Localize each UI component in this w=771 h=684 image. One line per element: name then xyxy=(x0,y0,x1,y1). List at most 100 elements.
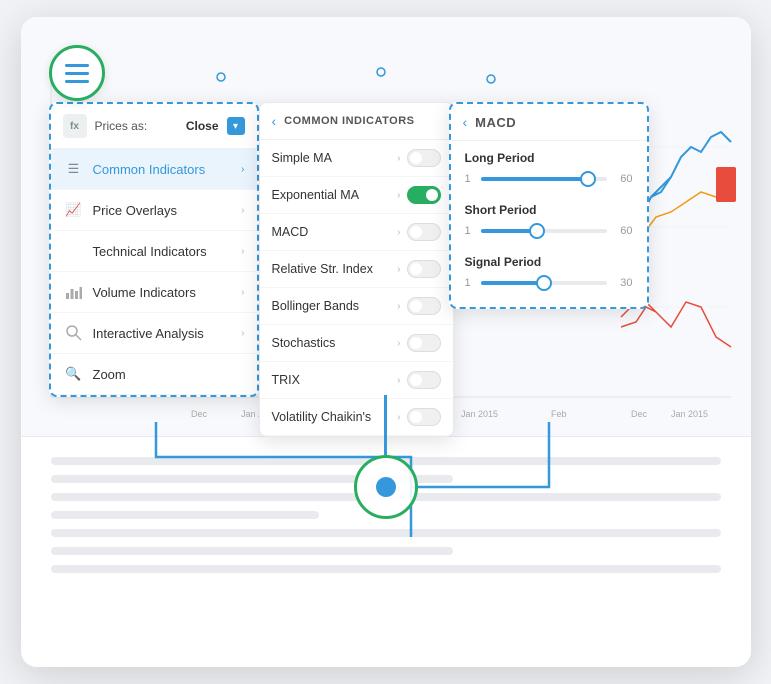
indicator-label-simple-ma: Simple MA xyxy=(272,151,392,165)
indicator-row-relative-str-index[interactable]: Relative Str. Index › xyxy=(260,251,453,288)
sidebar-item-price-overlays[interactable]: 📈 Price Overlays › xyxy=(51,190,257,231)
sidebar-item-label-volume-indicators: Volume Indicators xyxy=(93,285,234,300)
slider-long-track[interactable] xyxy=(481,177,607,181)
svg-text:Dec: Dec xyxy=(631,409,648,419)
chevron-right-icon-5: › xyxy=(241,328,244,339)
slider-long-fill xyxy=(481,177,588,181)
technical-indicators-icon xyxy=(63,240,85,262)
main-container: Dec Jan 2013 Feb Dec Jan 2015 Feb Dec Ja… xyxy=(21,17,751,667)
macd-long-period-label: Long Period xyxy=(465,151,633,165)
toggle-knob-bollinger-bands xyxy=(410,300,422,312)
slider-long-thumb[interactable] xyxy=(580,171,596,187)
doc-line xyxy=(51,511,319,519)
chevron-right-icon: › xyxy=(241,164,244,175)
slider-short-min: 1 xyxy=(465,225,475,237)
svg-text:Feb: Feb xyxy=(551,409,567,419)
doc-line xyxy=(51,547,453,555)
toggle-knob-relative-str-index xyxy=(410,263,422,275)
indicator-row-trix[interactable]: TRIX › xyxy=(260,362,453,399)
chevron-right-icon-3: › xyxy=(241,246,244,257)
prices-selector[interactable]: fx Prices as: Close ▾ xyxy=(51,104,257,149)
volume-indicators-icon xyxy=(63,281,85,303)
hamburger-line-2 xyxy=(65,72,89,75)
indicator-row-stochastics[interactable]: Stochastics › xyxy=(260,325,453,362)
slider-long-min: 1 xyxy=(465,173,475,185)
toggle-knob-simple-ma xyxy=(410,152,422,164)
slider-short-max: 60 xyxy=(613,225,633,237)
chevron-icon-exponential-ma: › xyxy=(397,190,400,201)
common-panel-title: COMMON INDICATORS xyxy=(284,115,414,127)
toggle-bollinger-bands[interactable] xyxy=(407,297,441,315)
common-panel-back-button[interactable]: ‹ xyxy=(272,113,277,129)
hamburger-menu-button[interactable] xyxy=(49,45,105,101)
chevron-right-icon-4: › xyxy=(241,287,244,298)
svg-text:Dec: Dec xyxy=(191,409,208,419)
sidebar-item-common-indicators[interactable]: ☰ Common Indicators › xyxy=(51,149,257,190)
toggle-trix[interactable] xyxy=(407,371,441,389)
macd-short-period-slider-row: 1 60 xyxy=(465,225,633,237)
macd-panel-back-button[interactable]: ‹ xyxy=(463,114,468,130)
indicator-row-bollinger-bands[interactable]: Bollinger Bands › xyxy=(260,288,453,325)
chevron-icon-macd: › xyxy=(397,227,400,238)
chevron-icon-relative-str-index: › xyxy=(397,264,400,275)
svg-text:Jan 2015: Jan 2015 xyxy=(461,409,498,419)
toggle-knob-stochastics xyxy=(410,337,422,349)
sidebar-item-label-technical-indicators: Technical Indicators xyxy=(93,244,234,259)
hamburger-line-3 xyxy=(65,80,89,83)
macd-short-period-label: Short Period xyxy=(465,203,633,217)
chevron-icon-simple-ma: › xyxy=(397,153,400,164)
prices-icon: fx xyxy=(63,114,87,138)
slider-long-max: 60 xyxy=(613,173,633,185)
indicator-label-trix: TRIX xyxy=(272,373,392,387)
toggle-macd[interactable] xyxy=(407,223,441,241)
slider-short-thumb[interactable] xyxy=(529,223,545,239)
slider-short-track[interactable] xyxy=(481,229,607,233)
toggle-stochastics[interactable] xyxy=(407,334,441,352)
chevron-right-icon-2: › xyxy=(241,205,244,216)
hamburger-line-1 xyxy=(65,64,89,67)
indicator-row-exponential-ma[interactable]: Exponential MA › xyxy=(260,177,453,214)
macd-panel-header: ‹ MACD xyxy=(451,104,647,141)
slider-signal-max: 30 xyxy=(613,277,633,289)
doc-line xyxy=(51,529,721,537)
indicator-label-exponential-ma: Exponential MA xyxy=(272,188,392,202)
toggle-exponential-ma[interactable] xyxy=(407,186,441,204)
slider-signal-thumb[interactable] xyxy=(536,275,552,291)
toggle-knob-exponential-ma xyxy=(426,189,438,201)
prices-dropdown-icon[interactable]: ▾ xyxy=(227,117,245,135)
doc-line xyxy=(51,565,721,573)
common-indicators-icon: ☰ xyxy=(63,158,85,180)
chevron-icon-bollinger-bands: › xyxy=(397,301,400,312)
chevron-icon-trix: › xyxy=(397,375,400,386)
toggle-relative-str-index[interactable] xyxy=(407,260,441,278)
common-indicators-panel: ‹ COMMON INDICATORS Simple MA › Exponent… xyxy=(259,102,454,437)
indicator-label-bollinger-bands: Bollinger Bands xyxy=(272,299,392,313)
sidebar-item-technical-indicators[interactable]: Technical Indicators › xyxy=(51,231,257,272)
slider-signal-min: 1 xyxy=(465,277,475,289)
prices-value: Close xyxy=(186,119,219,133)
toggle-simple-ma[interactable] xyxy=(407,149,441,167)
interactive-cursor[interactable] xyxy=(354,395,418,519)
slider-signal-track[interactable] xyxy=(481,281,607,285)
macd-long-period-section: Long Period 1 60 xyxy=(451,141,647,193)
sidebar-item-label-interactive-analysis: Interactive Analysis xyxy=(93,326,234,341)
sidebar-item-volume-indicators[interactable]: Volume Indicators › xyxy=(51,272,257,313)
macd-signal-period-section: Signal Period 1 30 xyxy=(451,245,647,297)
macd-signal-period-label: Signal Period xyxy=(465,255,633,269)
chevron-icon-stochastics: › xyxy=(397,338,400,349)
indicator-row-macd[interactable]: MACD › xyxy=(260,214,453,251)
cursor-outer-ring xyxy=(354,455,418,519)
sidebar-item-interactive-analysis[interactable]: Interactive Analysis › xyxy=(51,313,257,354)
zoom-icon: 🔍 xyxy=(63,363,85,385)
price-overlays-icon: 📈 xyxy=(63,199,85,221)
toggle-knob-macd xyxy=(410,226,422,238)
macd-long-period-slider-row: 1 60 xyxy=(465,173,633,185)
sidebar-item-zoom[interactable]: 🔍 Zoom xyxy=(51,354,257,395)
macd-panel: ‹ MACD Long Period 1 60 Short Period 1 xyxy=(449,102,649,309)
sidebar-item-label-common-indicators: Common Indicators xyxy=(93,162,234,177)
cursor-inner-dot xyxy=(376,477,396,497)
common-panel-header: ‹ COMMON INDICATORS xyxy=(260,103,453,140)
indicator-label-stochastics: Stochastics xyxy=(272,336,392,350)
slider-signal-fill xyxy=(481,281,544,285)
indicator-row-simple-ma[interactable]: Simple MA › xyxy=(260,140,453,177)
